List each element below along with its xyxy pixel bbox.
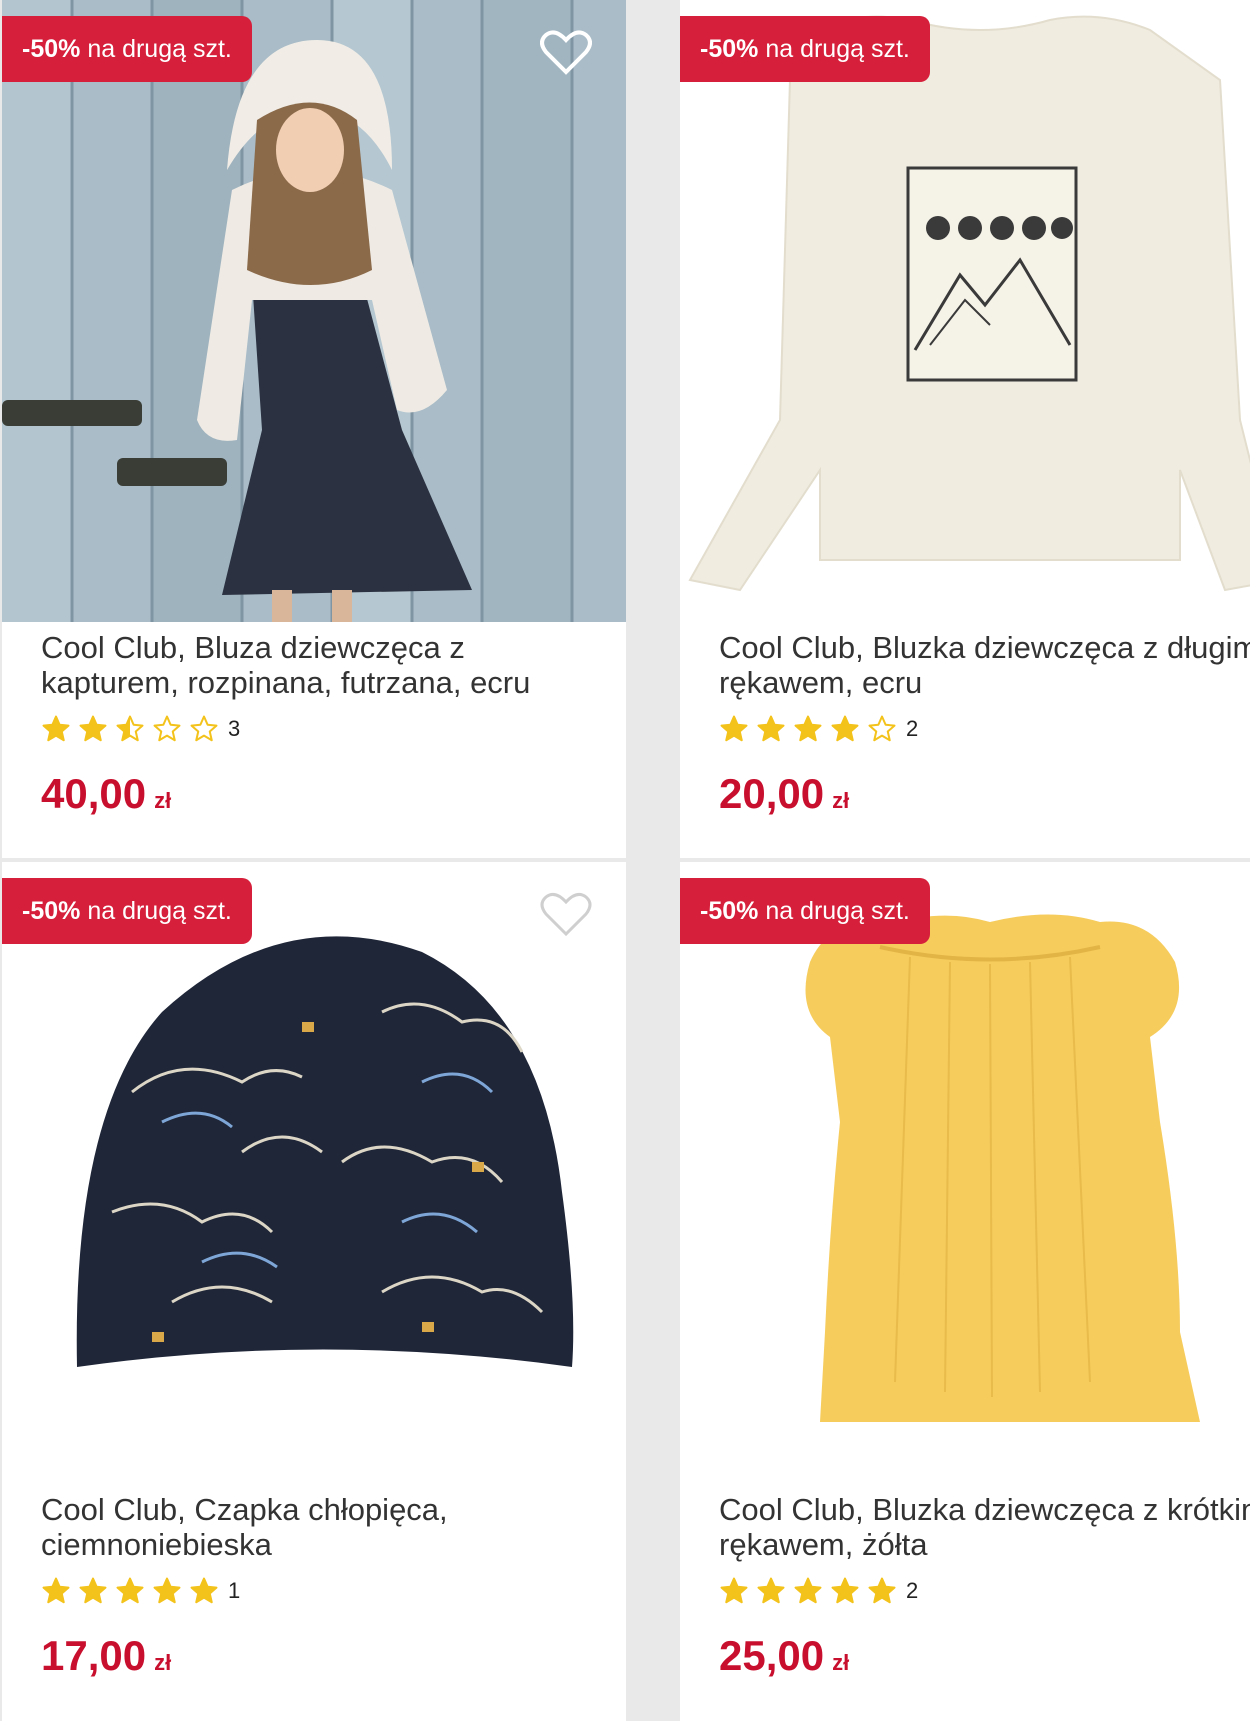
price: 17,00 zł — [41, 1632, 171, 1680]
heart-outline-icon[interactable] — [540, 28, 592, 76]
price: 20,00 zł — [719, 770, 849, 818]
price: 40,00 zł — [41, 770, 171, 818]
star-empty-icon — [190, 715, 218, 742]
discount-badge: -50% na drugą szt. — [680, 878, 930, 944]
star-full-icon — [794, 1577, 822, 1604]
product-card[interactable]: -50% na drugą szt. Cool Club, Bluzka dzi… — [680, 0, 1250, 858]
product-card[interactable]: -50% na drugą szt. Cool Club, Bluzka dzi… — [680, 862, 1250, 1721]
discount-percent: -50% — [22, 35, 81, 63]
star-full-icon — [720, 715, 748, 742]
star-full-icon — [720, 1577, 748, 1604]
discount-percent: -50% — [700, 897, 759, 925]
discount-text: na drugą szt. — [765, 35, 910, 63]
rating: 1 — [41, 1573, 240, 1609]
star-empty-icon — [868, 715, 896, 742]
review-count: 1 — [228, 1578, 241, 1603]
product-card[interactable]: -50% na drugą szt. Cool Club, Bluza dzie… — [2, 0, 626, 858]
star-full-icon — [42, 715, 70, 742]
star-full-icon — [794, 715, 822, 742]
star-full-icon — [831, 1577, 859, 1604]
review-count: 2 — [906, 716, 919, 741]
price-amount: 25,00 — [719, 1632, 825, 1679]
price-currency: zł — [832, 1650, 850, 1675]
product-title[interactable]: Cool Club, Bluza dziewczęca z kapturem, … — [41, 630, 611, 700]
product-grid: -50% na drugą szt. Cool Club, Bluza dzie… — [0, 0, 1250, 1721]
star-empty-icon — [153, 715, 181, 742]
price-amount: 40,00 — [41, 770, 147, 817]
rating: 2 — [719, 1573, 918, 1609]
star-full-icon — [153, 1577, 181, 1604]
star-full-icon — [831, 715, 859, 742]
product-title[interactable]: Cool Club, Czapka chłopięca, ciemnoniebi… — [41, 1492, 611, 1562]
product-image[interactable] — [680, 862, 1250, 1484]
product-title[interactable]: Cool Club, Bluzka dziewczęca z krótkim r… — [719, 1492, 1250, 1562]
discount-badge: -50% na drugą szt. — [680, 16, 930, 82]
heart-outline-icon[interactable] — [540, 890, 592, 938]
star-half-icon — [116, 715, 144, 742]
product-image[interactable] — [2, 862, 626, 1484]
discount-badge: -50% na drugą szt. — [2, 16, 252, 82]
star-full-icon — [79, 715, 107, 742]
rating: 3 — [41, 711, 240, 747]
discount-text: na drugą szt. — [765, 897, 910, 925]
star-full-icon — [79, 1577, 107, 1604]
price-currency: zł — [832, 788, 850, 813]
product-card[interactable]: -50% na drugą szt. Cool Club, Czapka chł… — [2, 862, 626, 1721]
product-title[interactable]: Cool Club, Bluzka dziewczęca z długim rę… — [719, 630, 1250, 700]
price-currency: zł — [154, 1650, 172, 1675]
star-full-icon — [190, 1577, 218, 1604]
star-full-icon — [116, 1577, 144, 1604]
discount-badge: -50% na drugą szt. — [2, 878, 252, 944]
discount-text: na drugą szt. — [87, 897, 232, 925]
discount-text: na drugą szt. — [87, 35, 232, 63]
price-amount: 20,00 — [719, 770, 825, 817]
price-currency: zł — [154, 788, 172, 813]
star-full-icon — [868, 1577, 896, 1604]
rating: 2 — [719, 711, 918, 747]
discount-percent: -50% — [700, 35, 759, 63]
review-count: 3 — [228, 716, 241, 741]
product-image[interactable] — [2, 0, 626, 622]
price-amount: 17,00 — [41, 1632, 147, 1679]
discount-percent: -50% — [22, 897, 81, 925]
star-full-icon — [42, 1577, 70, 1604]
review-count: 2 — [906, 1578, 919, 1603]
star-full-icon — [757, 1577, 785, 1604]
product-image[interactable] — [680, 0, 1250, 622]
star-full-icon — [757, 715, 785, 742]
price: 25,00 zł — [719, 1632, 849, 1680]
